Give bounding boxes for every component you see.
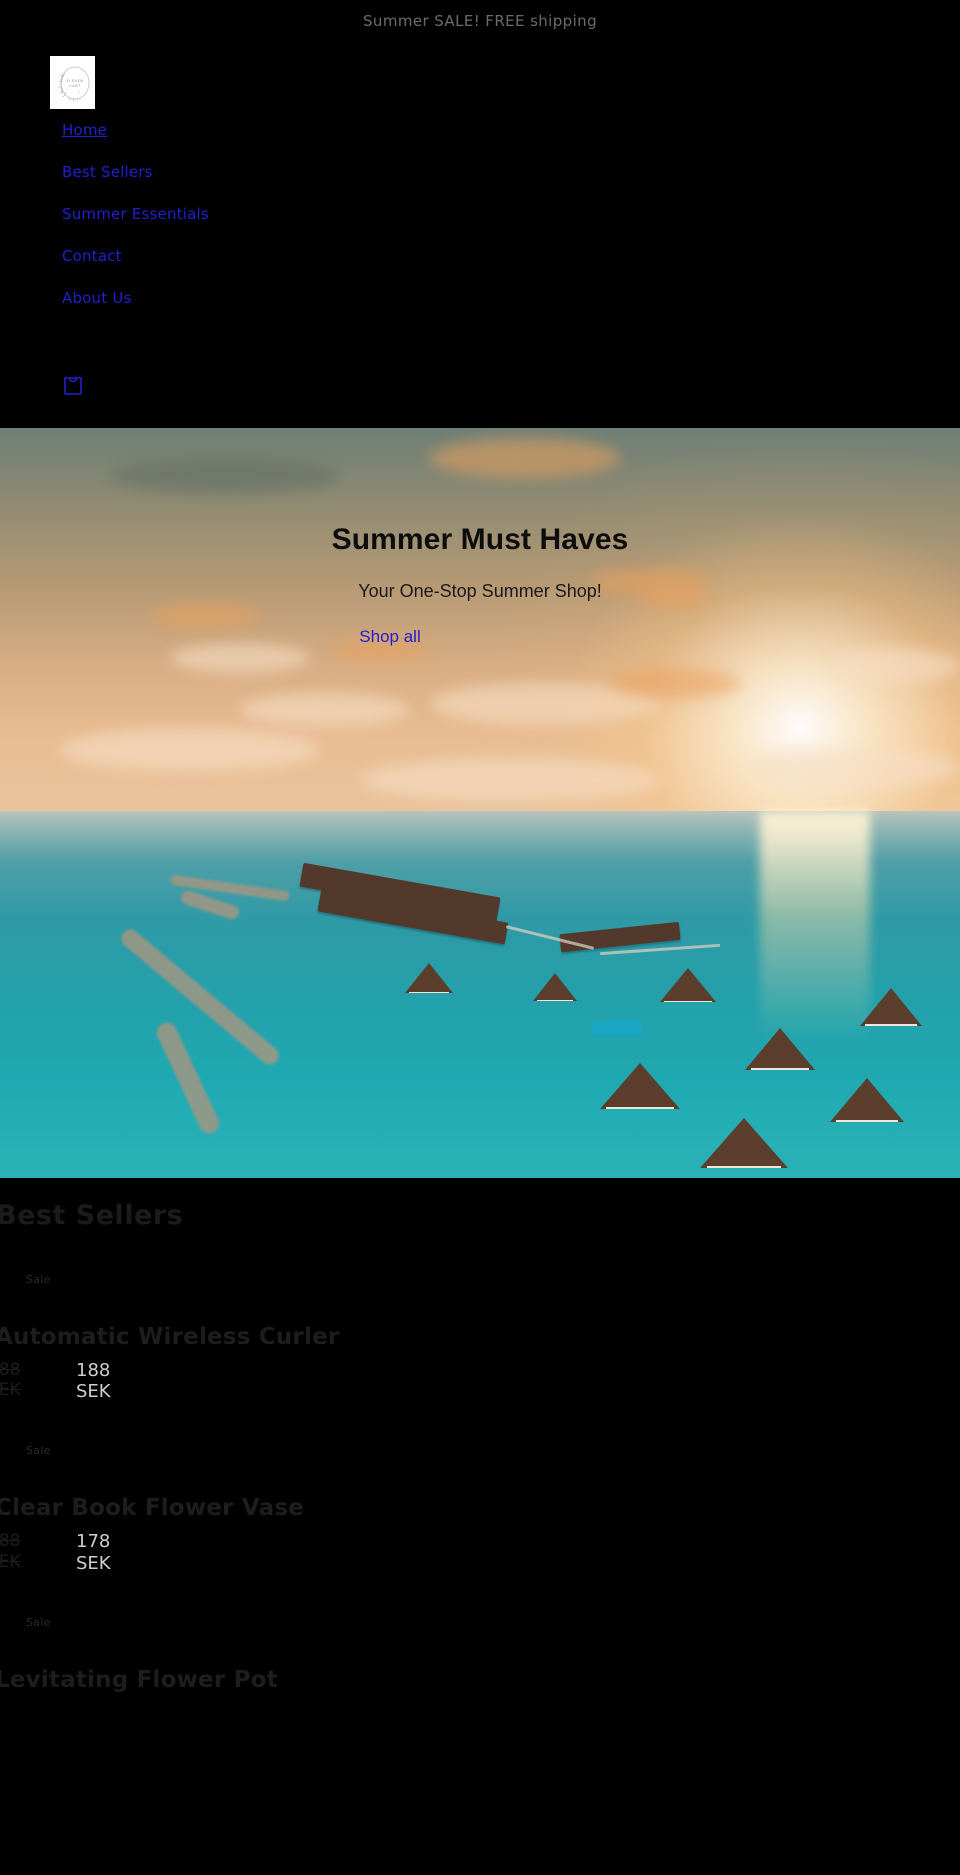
cart-link[interactable] [0,319,960,428]
nav-item: Contact [0,235,960,277]
status-badge: Sale [26,1615,51,1629]
nav-item: About Us [0,277,960,319]
compare-price-currency: SEK [0,1551,21,1572]
section-title-best-sellers: Best Sellers [0,1200,184,1231]
compare-at-price: 288 SEK [0,1531,76,1571]
svg-text:ELEVEN: ELEVEN [66,79,83,83]
storefront-page: Summer SALE! FREE shipping ELEVEN CART e [0,0,960,1875]
nav-item: Home [0,109,960,151]
status-badge: Sale [26,1444,51,1458]
hero-content: Summer Must Haves Your One-Stop Summer S… [0,428,960,1178]
nav-item: Summer Essentials [0,193,960,235]
svg-text:CART: CART [69,84,81,88]
compare-at-price: 388 SEK [0,1360,76,1400]
current-price: 188 SEK [76,1360,111,1402]
nav-item: Best Sellers [0,151,960,193]
status-badge: Sale [26,1273,51,1286]
hero-title: Summer Must Haves [331,523,629,556]
hero-subtitle: Your One-Stop Summer Shop! [358,581,602,601]
product-card[interactable]: Sale Levitating Flower Pot [0,1616,960,1693]
compare-price-amount: 388 [0,1360,21,1380]
product-card[interactable]: Sale Clear Book Flower Vase 288 SEK 178 … [0,1444,960,1573]
compare-price-currency: SEK [0,1380,21,1401]
product-title[interactable]: Levitating Flower Pot [0,1667,960,1693]
nav-link-contact[interactable]: Contact [0,235,960,277]
product-title[interactable]: Clear Book Flower Vase [0,1495,960,1521]
best-sellers-section: Best Sellers Sale Automatic Wireless Cur… [0,1178,960,1693]
current-price: 178 SEK [76,1531,111,1573]
shopping-bag-icon[interactable] [62,371,960,400]
announcement-bar: Summer SALE! FREE shipping [0,0,960,42]
nav-link-home[interactable]: Home [0,109,960,151]
logo-link[interactable]: ELEVEN CART e [0,56,960,109]
product-grid: Sale Automatic Wireless Curler 388 SEK 1… [0,1273,960,1693]
nav-link-best-sellers[interactable]: Best Sellers [0,151,960,193]
price-amount: 178 [76,1531,111,1553]
price-row: 388 SEK 188 SEK [0,1360,960,1402]
site-header: ELEVEN CART e Home Best Sellers Summer E… [0,42,960,428]
compare-price-amount: 288 [0,1531,21,1552]
product-title[interactable]: Automatic Wireless Curler [0,1324,960,1350]
price-currency: SEK [76,1381,111,1403]
nav-link-about-us[interactable]: About Us [0,277,960,319]
hero-cta-wrap: Shop all [0,627,960,647]
hero-shop-all-link[interactable]: Shop all [359,627,420,646]
product-card[interactable]: Sale Automatic Wireless Curler 388 SEK 1… [0,1273,960,1402]
main-navigation: Home Best Sellers Summer Essentials Cont… [0,109,960,319]
hero-banner: Summer Must Haves Your One-Stop Summer S… [0,428,960,1178]
price-currency: SEK [76,1552,111,1574]
svg-text:e: e [78,90,80,94]
price-row: 288 SEK 178 SEK [0,1531,960,1573]
nav-link-summer-essentials[interactable]: Summer Essentials [0,193,960,235]
price-amount: 188 [76,1360,111,1381]
announcement-text: Summer SALE! FREE shipping [363,12,597,30]
eleven-cart-logo[interactable]: ELEVEN CART e [50,56,95,109]
